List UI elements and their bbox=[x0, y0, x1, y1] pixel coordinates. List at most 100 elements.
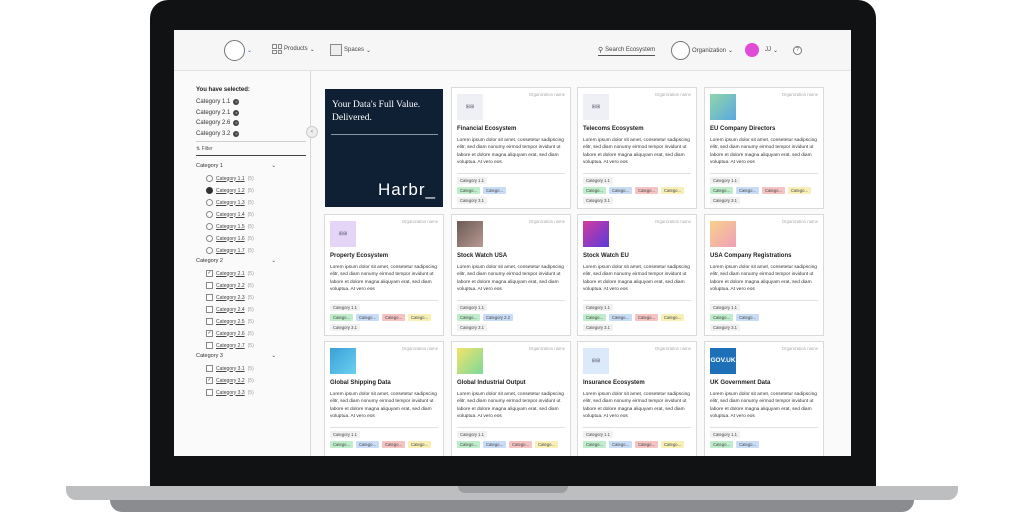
category-option[interactable]: Category 1.7 (5) bbox=[206, 246, 254, 255]
user-menu[interactable]: JJ ⌄ bbox=[745, 43, 778, 57]
remove-icon[interactable]: × bbox=[233, 120, 240, 127]
category-option[interactable]: Category 2.2 (5) bbox=[206, 281, 254, 290]
radio-button[interactable] bbox=[206, 247, 213, 254]
dataset-thumbnail bbox=[457, 348, 483, 374]
dataset-card[interactable]: Organization name Stock Watch EU Lorem i… bbox=[577, 214, 697, 336]
collapse-sidebar-button[interactable]: ‹ bbox=[306, 126, 318, 138]
dataset-card[interactable]: Organization name GOV.UK UK Government D… bbox=[704, 341, 824, 456]
selected-chip[interactable]: Category 3.2 × bbox=[196, 129, 240, 140]
checkbox[interactable]: ✓ bbox=[206, 377, 213, 384]
category-tag: Catego... bbox=[382, 441, 405, 448]
category-group-header[interactable]: Category 3 ⌄ bbox=[196, 353, 276, 359]
checkbox[interactable] bbox=[206, 365, 213, 372]
hero-tagline: Your Data's Full Value. Delivered. bbox=[332, 100, 421, 123]
category-option[interactable]: Category 2.5 (5) bbox=[206, 317, 254, 326]
filter-input[interactable]: ⇅ Filter bbox=[196, 146, 213, 152]
organization-label: Organization bbox=[692, 47, 727, 54]
dataset-card[interactable]: Organization name Global Shipping Data L… bbox=[324, 341, 444, 456]
radio-button[interactable] bbox=[206, 235, 213, 242]
search-input[interactable]: ⚲ Search Ecosystem bbox=[598, 46, 656, 56]
category-tag: Catego... bbox=[661, 187, 684, 194]
radio-button[interactable] bbox=[206, 211, 213, 218]
dataset-card[interactable]: Organization name ⊞⊞ Insurance Ecosystem… bbox=[577, 341, 697, 456]
selected-list: Category 1.1 × Category 2.1 × Category 2.6… bbox=[196, 97, 240, 140]
divider bbox=[710, 173, 818, 174]
card-description: Lorem ipsum dolor sit amet, consetetur s… bbox=[457, 138, 564, 166]
dataset-card[interactable]: Organization name ⊞⊞ Property Ecosystem … bbox=[324, 214, 444, 336]
selected-chip[interactable]: Category 2.6 × bbox=[196, 118, 240, 129]
category-tag: Category 1.1 bbox=[457, 304, 487, 311]
dataset-card[interactable]: Organization name ⊞⊞ Telecoms Ecosystem … bbox=[577, 87, 697, 209]
dataset-card[interactable]: Organization name USA Company Registrati… bbox=[704, 214, 824, 336]
dataset-logo-icon: ⊞⊞ bbox=[583, 94, 609, 120]
category-tag: Catego... bbox=[661, 441, 684, 448]
radio-button[interactable] bbox=[206, 187, 213, 194]
checkbox[interactable]: ✓ bbox=[206, 330, 213, 337]
products-menu[interactable]: Products ⌄ bbox=[272, 44, 315, 54]
dataset-card[interactable]: Organization name Stock Watch USA Lorem … bbox=[451, 214, 571, 336]
category-option[interactable]: Category 2.3 (5) bbox=[206, 293, 254, 302]
dataset-card[interactable]: Organization name EU Company Directors L… bbox=[704, 87, 824, 209]
category-tag: Catego... bbox=[408, 441, 431, 448]
category-tag: Catego... bbox=[609, 441, 632, 448]
category-option[interactable]: Category 1.4 (5) bbox=[206, 210, 254, 219]
category-group-header[interactable]: Category 1 ⌄ bbox=[196, 163, 276, 169]
category-option[interactable]: Category 1.1 (5) bbox=[206, 174, 254, 183]
dataset-card[interactable]: Organization name Global Industrial Outp… bbox=[451, 341, 571, 456]
card-title: Telecoms Ecosystem bbox=[583, 126, 644, 132]
card-description: Lorem ipsum dolor sit amet, consetetur s… bbox=[330, 392, 437, 420]
category-option[interactable]: Category 1.5 (5) bbox=[206, 222, 254, 231]
products-label: Products bbox=[284, 46, 308, 52]
category-option[interactable]: ✓ Category 3.2 (5) bbox=[206, 376, 254, 385]
category-tag: Category 3.1 bbox=[710, 324, 740, 331]
radio-button[interactable] bbox=[206, 223, 213, 230]
category-option[interactable]: Category 2.4 (5) bbox=[206, 305, 254, 314]
divider bbox=[457, 427, 565, 428]
chevron-down-icon: ⌄ bbox=[271, 353, 276, 359]
checkbox[interactable] bbox=[206, 282, 213, 289]
radio-button[interactable] bbox=[206, 199, 213, 206]
category-tag: Catego... bbox=[635, 314, 658, 321]
logo-menu[interactable]: ⌄ bbox=[224, 40, 252, 61]
category-option[interactable]: Category 1.2 (5) bbox=[206, 186, 254, 195]
category-tag: Catego... bbox=[330, 441, 353, 448]
card-description: Lorem ipsum dolor sit amet, consetetur s… bbox=[583, 392, 690, 420]
help-button[interactable]: ? bbox=[793, 46, 802, 55]
category-option[interactable]: Category 2.7 (5) bbox=[206, 341, 254, 350]
organization-menu[interactable]: Organization ⌄ bbox=[671, 41, 733, 60]
checkbox[interactable] bbox=[206, 342, 213, 349]
card-description: Lorem ipsum dolor sit amet, consetetur s… bbox=[457, 265, 564, 293]
category-option[interactable]: Category 1.3 (5) bbox=[206, 198, 254, 207]
checkbox[interactable] bbox=[206, 318, 213, 325]
selected-chip[interactable]: Category 1.1 × bbox=[196, 97, 240, 108]
hero-banner[interactable]: Your Data's Full Value. Delivered. Harbr_ bbox=[325, 89, 443, 207]
selected-chip[interactable]: Category 2.1 × bbox=[196, 108, 240, 119]
dataset-card[interactable]: Organization name ⊞⊞ Financial Ecosystem… bbox=[451, 87, 571, 209]
remove-icon[interactable]: × bbox=[233, 109, 240, 116]
category-tag: Catego... bbox=[635, 441, 658, 448]
checkbox[interactable]: ✓ bbox=[206, 270, 213, 277]
organization-name: Organization name bbox=[781, 219, 818, 224]
card-description: Lorem ipsum dolor sit amet, consetetur s… bbox=[583, 138, 690, 166]
checkbox[interactable] bbox=[206, 389, 213, 396]
category-option[interactable]: ✓ Category 2.6 (5) bbox=[206, 329, 254, 338]
category-option[interactable]: Category 3.3 (5) bbox=[206, 388, 254, 397]
category-tag: Category 1.1 bbox=[330, 431, 360, 438]
divider bbox=[196, 155, 306, 156]
remove-icon[interactable]: × bbox=[233, 99, 240, 106]
dataset-thumbnail bbox=[457, 221, 483, 247]
remove-icon[interactable]: × bbox=[233, 130, 240, 137]
checkbox[interactable] bbox=[206, 294, 213, 301]
category-option[interactable]: Category 1.6 (5) bbox=[206, 234, 254, 243]
organization-name: Organization name bbox=[401, 219, 438, 224]
category-tag: Category 1.1 bbox=[583, 304, 613, 311]
dataset-logo-icon: ⊞⊞ bbox=[330, 221, 356, 247]
category-tag: Catego... bbox=[535, 441, 558, 448]
radio-button[interactable] bbox=[206, 175, 213, 182]
dataset-logo-icon: ⊞⊞ bbox=[583, 348, 609, 374]
category-group-header[interactable]: Category 2 ⌄ bbox=[196, 258, 276, 264]
checkbox[interactable] bbox=[206, 306, 213, 313]
category-option[interactable]: Category 3.1 (5) bbox=[206, 364, 254, 373]
spaces-menu[interactable]: Spaces ⌄ bbox=[330, 44, 371, 56]
category-option[interactable]: ✓ Category 2.1 (5) bbox=[206, 269, 254, 278]
